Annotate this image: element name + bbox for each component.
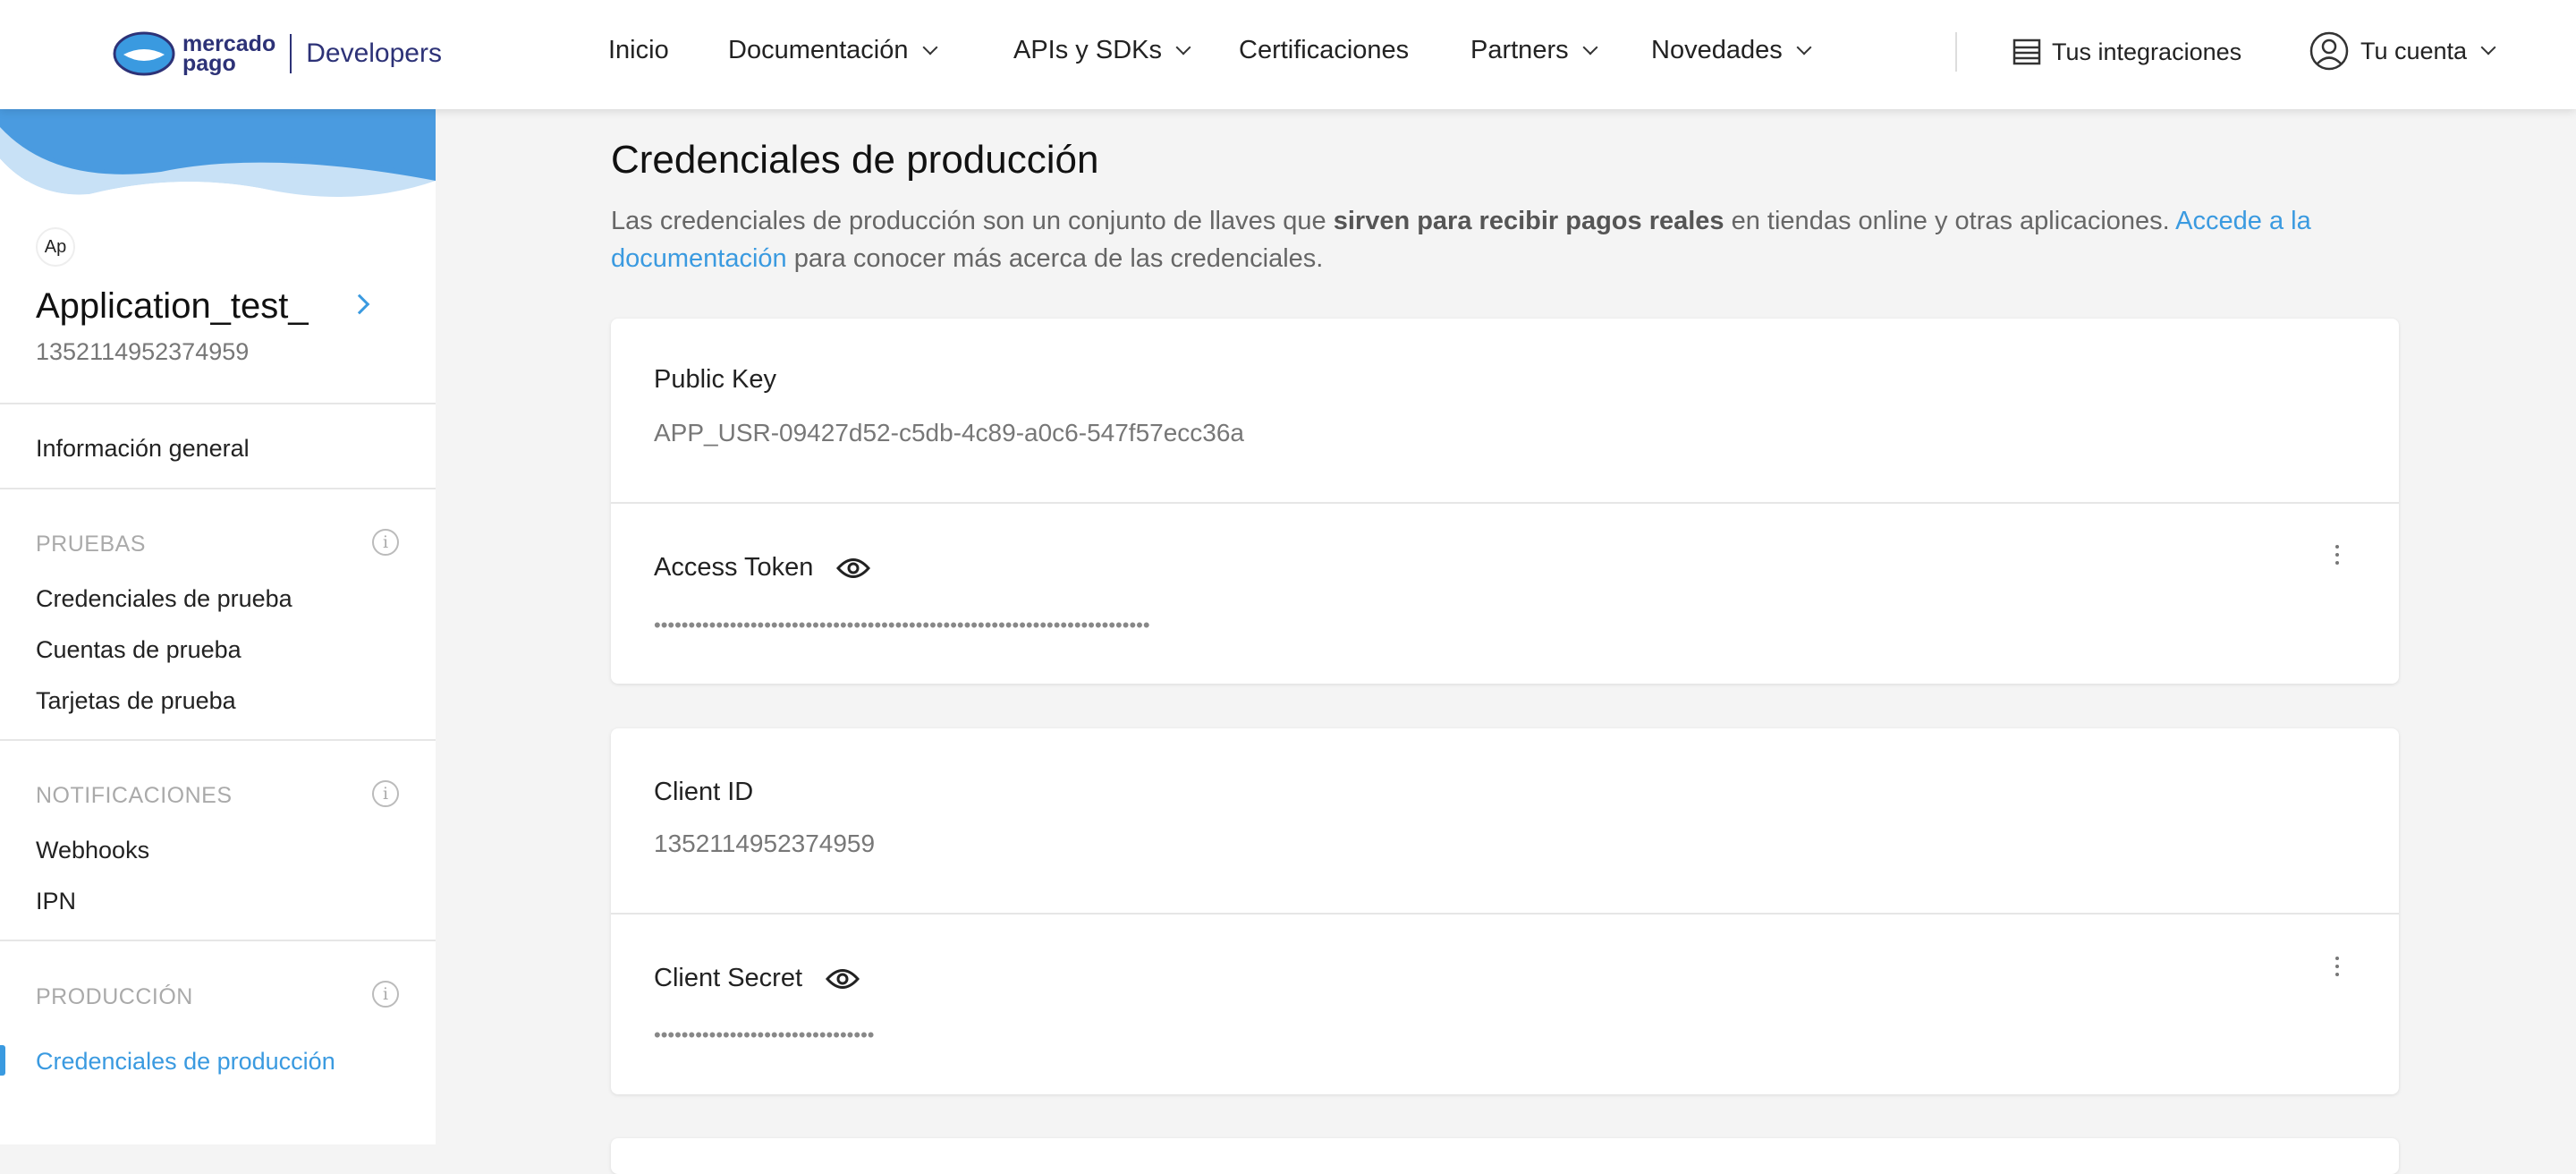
sidebar-item-ipn[interactable]: IPN xyxy=(36,888,76,915)
sidebar-item-cuentas-prueba[interactable]: Cuentas de prueba xyxy=(36,636,242,664)
access-token-value: ••••••••••••••••••••••••••••••••••••••••… xyxy=(654,614,1150,636)
section-notificaciones: NOTIFICACIONES xyxy=(36,783,233,808)
app-id: 1352114952374959 xyxy=(36,338,250,365)
chevron-down-icon xyxy=(2480,39,2496,55)
logo-divider xyxy=(290,34,292,73)
description-text: para conocer más acerca de las credencia… xyxy=(786,244,1324,273)
header-divider xyxy=(1955,32,1957,72)
page-description: Las credenciales de producción son un co… xyxy=(611,202,2409,277)
info-icon[interactable]: i xyxy=(372,981,399,1008)
app-name[interactable]: Application_test_ xyxy=(36,286,309,327)
sidebar-wave-banner xyxy=(0,109,436,208)
top-header: mercado pago Developers Inicio Documenta… xyxy=(0,0,2576,109)
description-text: Las credenciales de producción son un co… xyxy=(611,207,1334,235)
credentials-card-client: Client ID 1352114952374959 Client Secret… xyxy=(611,728,2399,1094)
nav-novedades[interactable]: Novedades xyxy=(1651,36,1812,65)
nav-label: Certificaciones xyxy=(1239,36,1410,64)
more-options-icon[interactable] xyxy=(2328,540,2346,576)
nav-apis-sdks[interactable]: APIs y SDKs xyxy=(1013,36,1191,65)
nav-inicio[interactable]: Inicio xyxy=(608,36,669,65)
client-secret-value: •••••••••••••••••••••••••••••••• xyxy=(654,1024,875,1046)
nav-label: Inicio xyxy=(608,36,669,64)
nav-label: Partners xyxy=(1470,36,1569,64)
integrations-label: Tus integraciones xyxy=(2052,38,2242,65)
eye-icon[interactable] xyxy=(826,967,860,991)
tus-integraciones-button[interactable]: Tus integraciones xyxy=(2012,38,2241,66)
sidebar-item-credenciales-prueba[interactable]: Credenciales de prueba xyxy=(36,585,292,613)
nav-label: Novedades xyxy=(1651,36,1783,64)
public-key-label: Public Key xyxy=(654,365,777,394)
handshake-logo-icon xyxy=(113,31,175,76)
nav-documentacion[interactable]: Documentación xyxy=(728,36,937,65)
user-account-icon xyxy=(2309,31,2349,71)
account-label: Tu cuenta xyxy=(2360,37,2468,64)
sidebar-item-informacion-general[interactable]: Información general xyxy=(36,435,250,463)
description-text: en tiendas online y otras aplicaciones. xyxy=(1724,207,2176,235)
divider xyxy=(611,502,2399,504)
divider xyxy=(611,913,2399,915)
logo[interactable]: mercado pago Developers xyxy=(113,27,442,81)
nav-label: APIs y SDKs xyxy=(1013,36,1162,64)
description-bold: sirven para recibir pagos reales xyxy=(1333,207,1724,235)
chevron-right-icon[interactable] xyxy=(349,294,370,315)
client-secret-text: Client Secret xyxy=(654,964,803,992)
brand-line2: pago xyxy=(182,51,236,76)
access-token-text: Access Token xyxy=(654,553,814,582)
divider xyxy=(0,403,436,404)
nav-certificaciones[interactable]: Certificaciones xyxy=(1239,36,1409,65)
divider xyxy=(0,488,436,489)
divider xyxy=(0,739,436,741)
chevron-down-icon xyxy=(1175,39,1191,55)
client-id-value[interactable]: 1352114952374959 xyxy=(654,829,875,858)
brand-wordmark: mercado pago xyxy=(182,33,275,76)
client-id-label: Client ID xyxy=(654,778,754,806)
tu-cuenta-button[interactable]: Tu cuenta xyxy=(2309,30,2496,72)
chevron-down-icon xyxy=(1796,39,1812,55)
active-indicator xyxy=(0,1045,5,1076)
nav-label: Documentación xyxy=(728,36,909,64)
info-icon[interactable]: i xyxy=(372,529,399,556)
eye-icon[interactable] xyxy=(836,557,871,580)
credentials-card-keys: Public Key APP_USR-09427d52-c5db-4c89-a0… xyxy=(611,319,2399,684)
sidebar-item-webhooks[interactable]: Webhooks xyxy=(36,837,149,864)
access-token-label: Access Token xyxy=(654,553,871,583)
sidebar: Ap Application_test_ 1352114952374959 In… xyxy=(0,109,436,1144)
public-key-value[interactable]: APP_USR-09427d52-c5db-4c89-a0c6-547f57ec… xyxy=(654,419,1244,447)
sidebar-item-tarjetas-prueba[interactable]: Tarjetas de prueba xyxy=(36,687,236,715)
info-icon[interactable]: i xyxy=(372,780,399,807)
developers-label: Developers xyxy=(306,38,442,68)
next-card-partial xyxy=(611,1138,2399,1174)
sidebar-item-credenciales-produccion[interactable]: Credenciales de producción xyxy=(36,1048,335,1076)
nav-partners[interactable]: Partners xyxy=(1470,36,1598,65)
app-avatar: Ap xyxy=(36,227,75,267)
chevron-down-icon xyxy=(1582,39,1598,55)
chevron-down-icon xyxy=(922,39,937,55)
client-secret-label: Client Secret xyxy=(654,964,860,993)
section-produccion: PRODUCCIÓN xyxy=(36,984,193,1009)
integrations-icon xyxy=(2012,38,2041,65)
section-pruebas: PRUEBAS xyxy=(36,532,146,557)
more-options-icon[interactable] xyxy=(2328,952,2346,988)
divider xyxy=(0,940,436,941)
page-title: Credenciales de producción xyxy=(611,138,1099,182)
